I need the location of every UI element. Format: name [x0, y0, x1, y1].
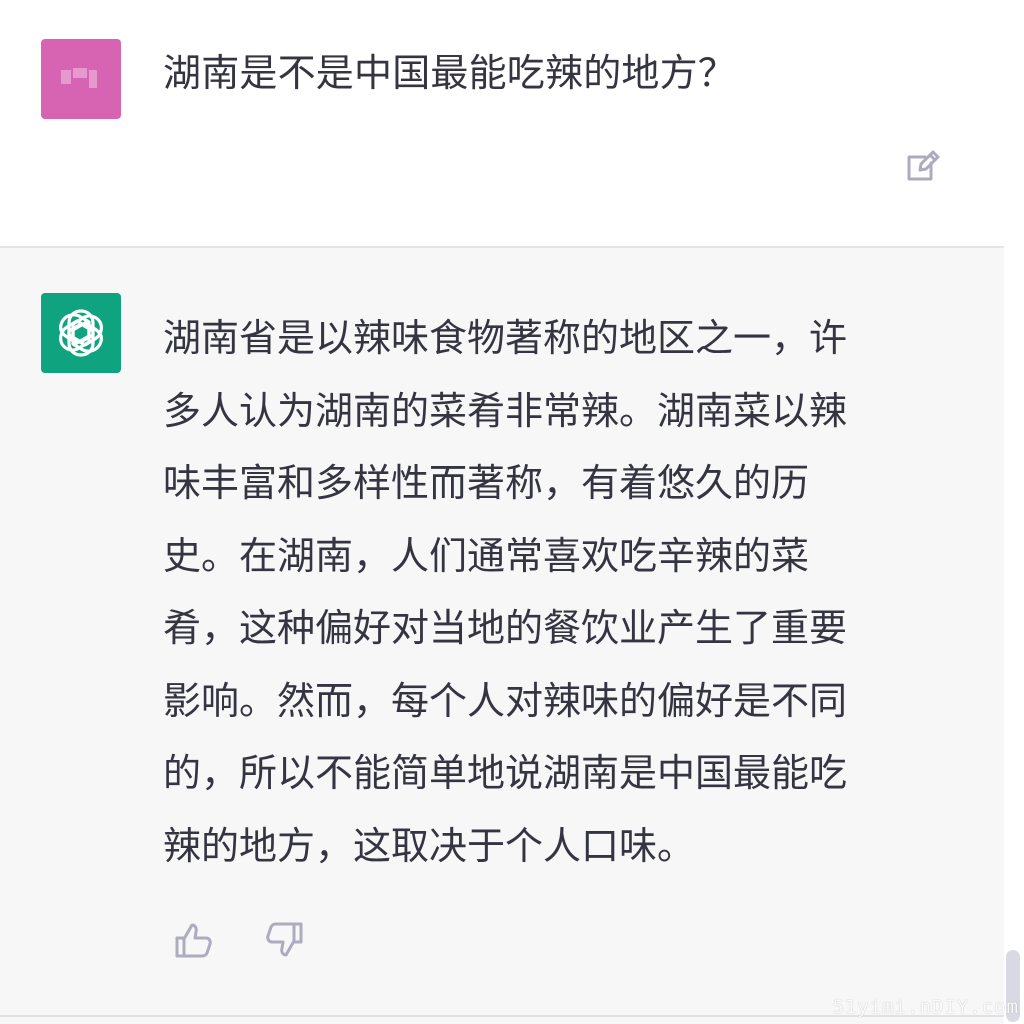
answer-line: 影响。然而，每个人对辣味的偏好是不同	[163, 678, 848, 723]
answer-line: 多人认为湖南的菜肴非常辣。湖南菜以辣	[163, 388, 848, 433]
watermark: 51yimi.nDIY.com	[832, 996, 1019, 1018]
answer-line: 肴，这种偏好对当地的餐饮业产生了重要	[163, 606, 848, 650]
user-message: 湖南是不是中国最能吃辣的地方？	[0, 0, 1004, 248]
avatar-pixel	[89, 70, 97, 88]
answer-line: 辣的地方，这取决于个人口味。	[163, 823, 696, 868]
thumbs-down-icon	[266, 922, 303, 957]
answer-line: 湖南省是以辣味食物著称的地区之一，许	[163, 316, 848, 360]
answer-line: 味丰富和多样性而著称，有着悠久的历	[163, 461, 810, 505]
right-gutter	[1004, 0, 1024, 1024]
assistant-avatar	[41, 293, 121, 373]
avatar-pixel	[73, 68, 87, 78]
answer-line: 史。在湖南，人们通常喜欢吃辛辣的菜	[163, 533, 810, 578]
assistant-message: 湖南省是以辣味食物著称的地区之一，许 多人认为湖南的菜肴非常辣。湖南菜以辣 味丰…	[0, 248, 1004, 1024]
openai-logo-icon	[59, 309, 103, 357]
thumbs-up-icon	[175, 923, 212, 958]
thumbs-up-button[interactable]	[170, 918, 214, 962]
user-question: 湖南是不是中国最能吃辣的地方？	[163, 51, 737, 95]
edit-button[interactable]	[898, 143, 944, 189]
avatar-pixel	[61, 70, 71, 84]
user-avatar	[41, 39, 121, 119]
answer-line: 的，所以不能简单地说湖南是中国最能吃	[163, 751, 848, 795]
chat-page: 湖南是不是中国最能吃辣的地方？ 湖南省是以辣味食物著称的地区之一，许 多人认为湖…	[0, 0, 1024, 1024]
edit-icon	[907, 150, 940, 181]
thumbs-down-button[interactable]	[264, 918, 308, 962]
assistant-answer: 湖南省是以辣味食物著称的地区之一，许 多人认为湖南的菜肴非常辣。湖南菜以辣 味丰…	[163, 302, 923, 882]
